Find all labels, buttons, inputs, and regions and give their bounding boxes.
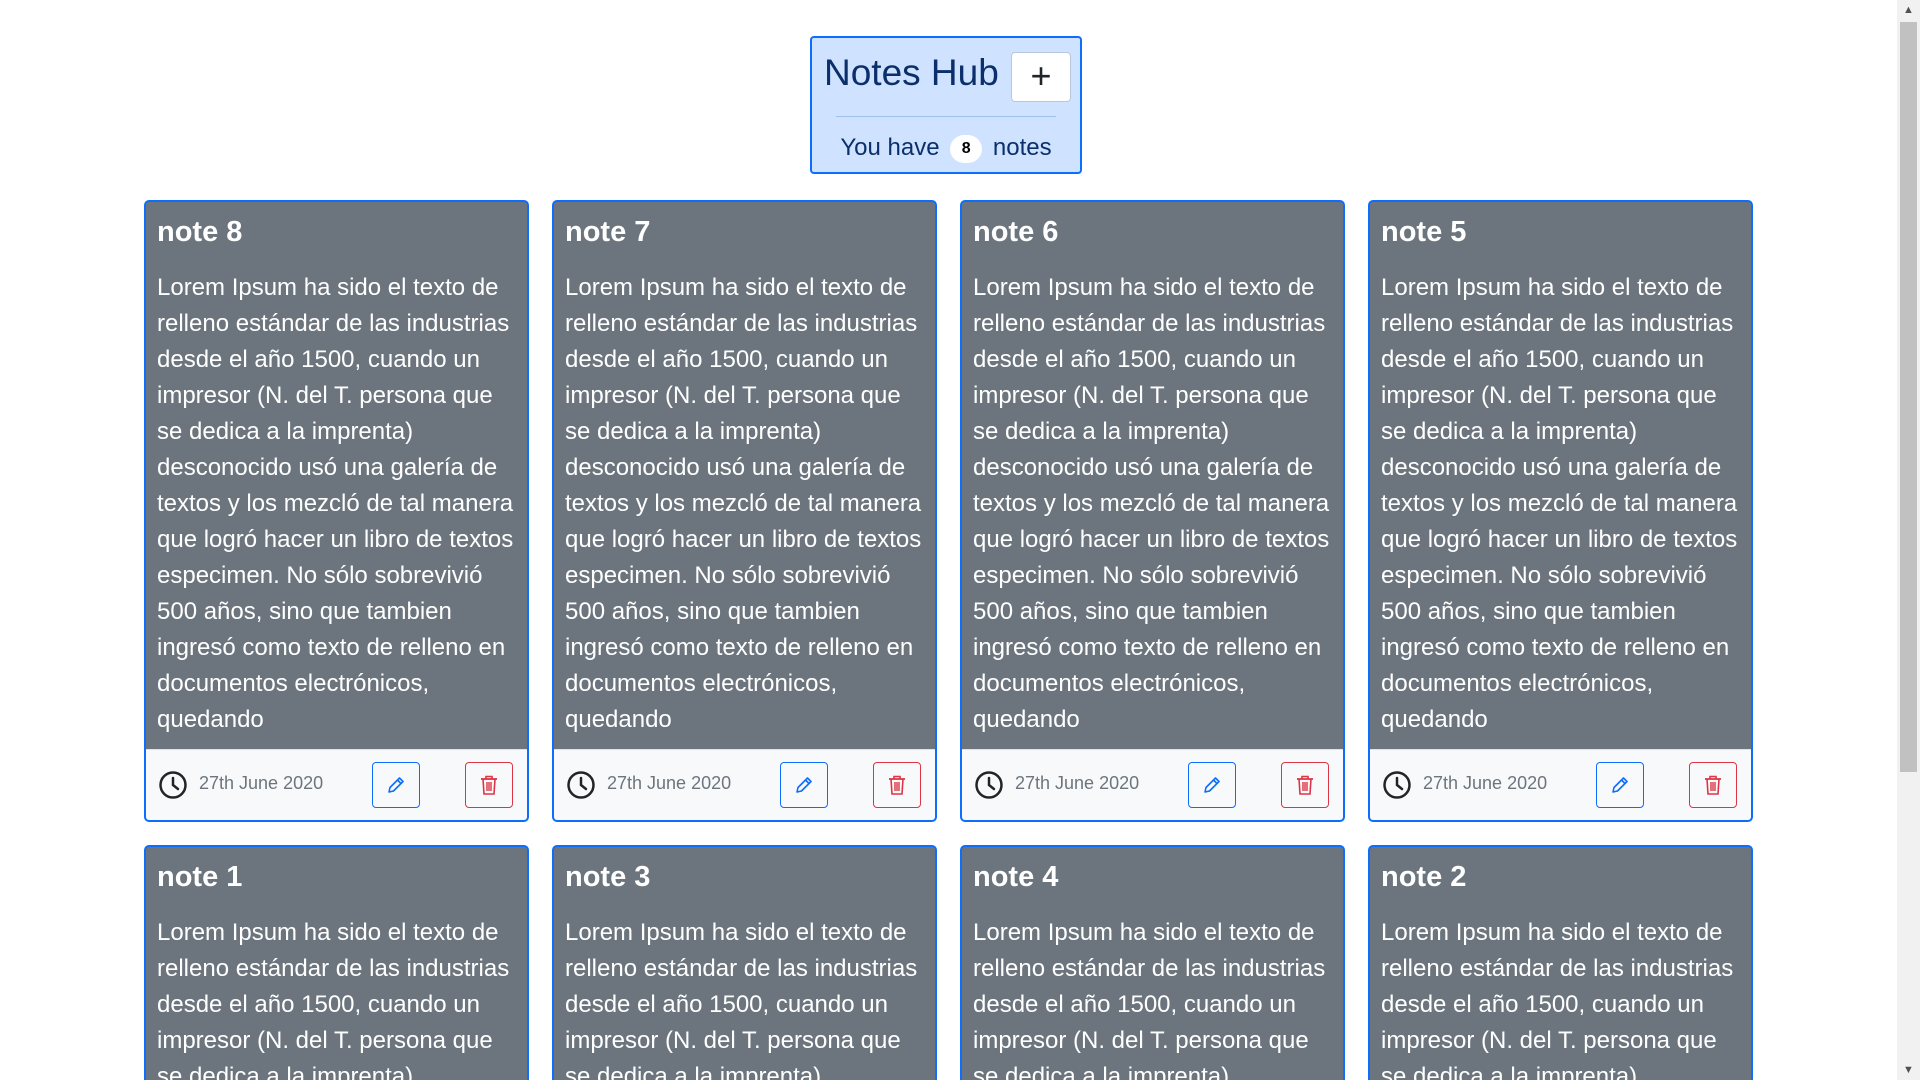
edit-note-button[interactable] <box>1596 762 1644 808</box>
edit-note-button[interactable] <box>372 762 420 808</box>
edit-note-button[interactable] <box>1188 762 1236 808</box>
trash-icon <box>889 775 905 795</box>
trash-icon <box>1705 775 1721 795</box>
page-title: Notes Hub <box>824 52 999 93</box>
note-card: note 3 Lorem Ipsum ha sido el texto de r… <box>552 845 937 1080</box>
note-card: note 5 Lorem Ipsum ha sido el texto de r… <box>1368 200 1753 822</box>
add-note-button[interactable]: + <box>1011 52 1071 102</box>
clock-icon <box>1383 771 1411 799</box>
scroll-thumb[interactable] <box>1900 22 1917 772</box>
notes-count-text: You have 8 notes <box>812 134 1080 163</box>
edit-note-button[interactable] <box>780 762 828 808</box>
note-body: Lorem Ipsum ha sido el texto de relleno … <box>973 274 1330 733</box>
delete-note-button[interactable] <box>465 762 513 808</box>
header-panel: Notes Hub + You have 8 notes <box>810 36 1082 174</box>
note-title: note 2 <box>1381 861 1467 893</box>
notes-count-badge: 8 <box>950 135 983 163</box>
note-title: note 6 <box>973 216 1059 248</box>
trash-icon <box>481 775 497 795</box>
scroll-down-arrow-icon[interactable]: ▼ <box>1897 1060 1920 1080</box>
note-footer: 27th June 2020 <box>554 749 935 820</box>
note-footer: 27th June 2020 <box>1370 749 1751 820</box>
note-body: Lorem Ipsum ha sido el texto de relleno … <box>1381 919 1734 1080</box>
note-date: 27th June 2020 <box>607 773 732 793</box>
clock-icon <box>159 771 187 799</box>
note-body: Lorem Ipsum ha sido el texto de relleno … <box>1381 274 1738 733</box>
count-prefix: You have <box>840 134 940 161</box>
note-card: note 1 Lorem Ipsum ha sido el texto de r… <box>144 845 529 1080</box>
note-title: note 1 <box>157 861 243 893</box>
note-card: note 2 Lorem Ipsum ha sido el texto de r… <box>1368 845 1753 1080</box>
pencil-icon <box>1204 777 1220 793</box>
note-title: note 4 <box>973 861 1059 893</box>
note-footer: 27th June 2020 <box>962 749 1343 820</box>
note-date: 27th June 2020 <box>1423 773 1548 793</box>
note-body: Lorem Ipsum ha sido el texto de relleno … <box>157 919 510 1080</box>
note-card: note 7 Lorem Ipsum ha sido el texto de r… <box>552 200 937 822</box>
note-body: Lorem Ipsum ha sido el texto de relleno … <box>565 919 918 1080</box>
pencil-icon <box>1612 777 1628 793</box>
clock-icon <box>567 771 595 799</box>
clock-icon <box>975 771 1003 799</box>
delete-note-button[interactable] <box>873 762 921 808</box>
delete-note-button[interactable] <box>1689 762 1737 808</box>
note-card: note 8 Lorem Ipsum ha sido el texto de r… <box>144 200 529 822</box>
note-card: note 4 Lorem Ipsum ha sido el texto de r… <box>960 845 1345 1080</box>
note-date: 27th June 2020 <box>199 773 324 793</box>
vertical-scrollbar[interactable]: ▲ ▼ <box>1897 0 1920 1080</box>
note-title: note 8 <box>157 216 243 248</box>
note-title: note 7 <box>565 216 651 248</box>
pencil-icon <box>796 777 812 793</box>
note-title: note 5 <box>1381 216 1467 248</box>
note-card: note 6 Lorem Ipsum ha sido el texto de r… <box>960 200 1345 822</box>
note-body: Lorem Ipsum ha sido el texto de relleno … <box>565 274 922 733</box>
header-divider <box>836 116 1056 117</box>
note-title: note 3 <box>565 861 651 893</box>
count-suffix: notes <box>992 134 1052 161</box>
note-footer: 27th June 2020 <box>146 749 527 820</box>
note-body: Lorem Ipsum ha sido el texto de relleno … <box>157 274 514 733</box>
note-date: 27th June 2020 <box>1015 773 1140 793</box>
note-body: Lorem Ipsum ha sido el texto de relleno … <box>973 919 1326 1080</box>
pencil-icon <box>388 777 404 793</box>
delete-note-button[interactable] <box>1281 762 1329 808</box>
scroll-up-arrow-icon[interactable]: ▲ <box>1897 0 1920 20</box>
trash-icon <box>1297 775 1313 795</box>
page: Notes Hub + You have 8 notes note 8 Lore… <box>0 0 1897 1080</box>
